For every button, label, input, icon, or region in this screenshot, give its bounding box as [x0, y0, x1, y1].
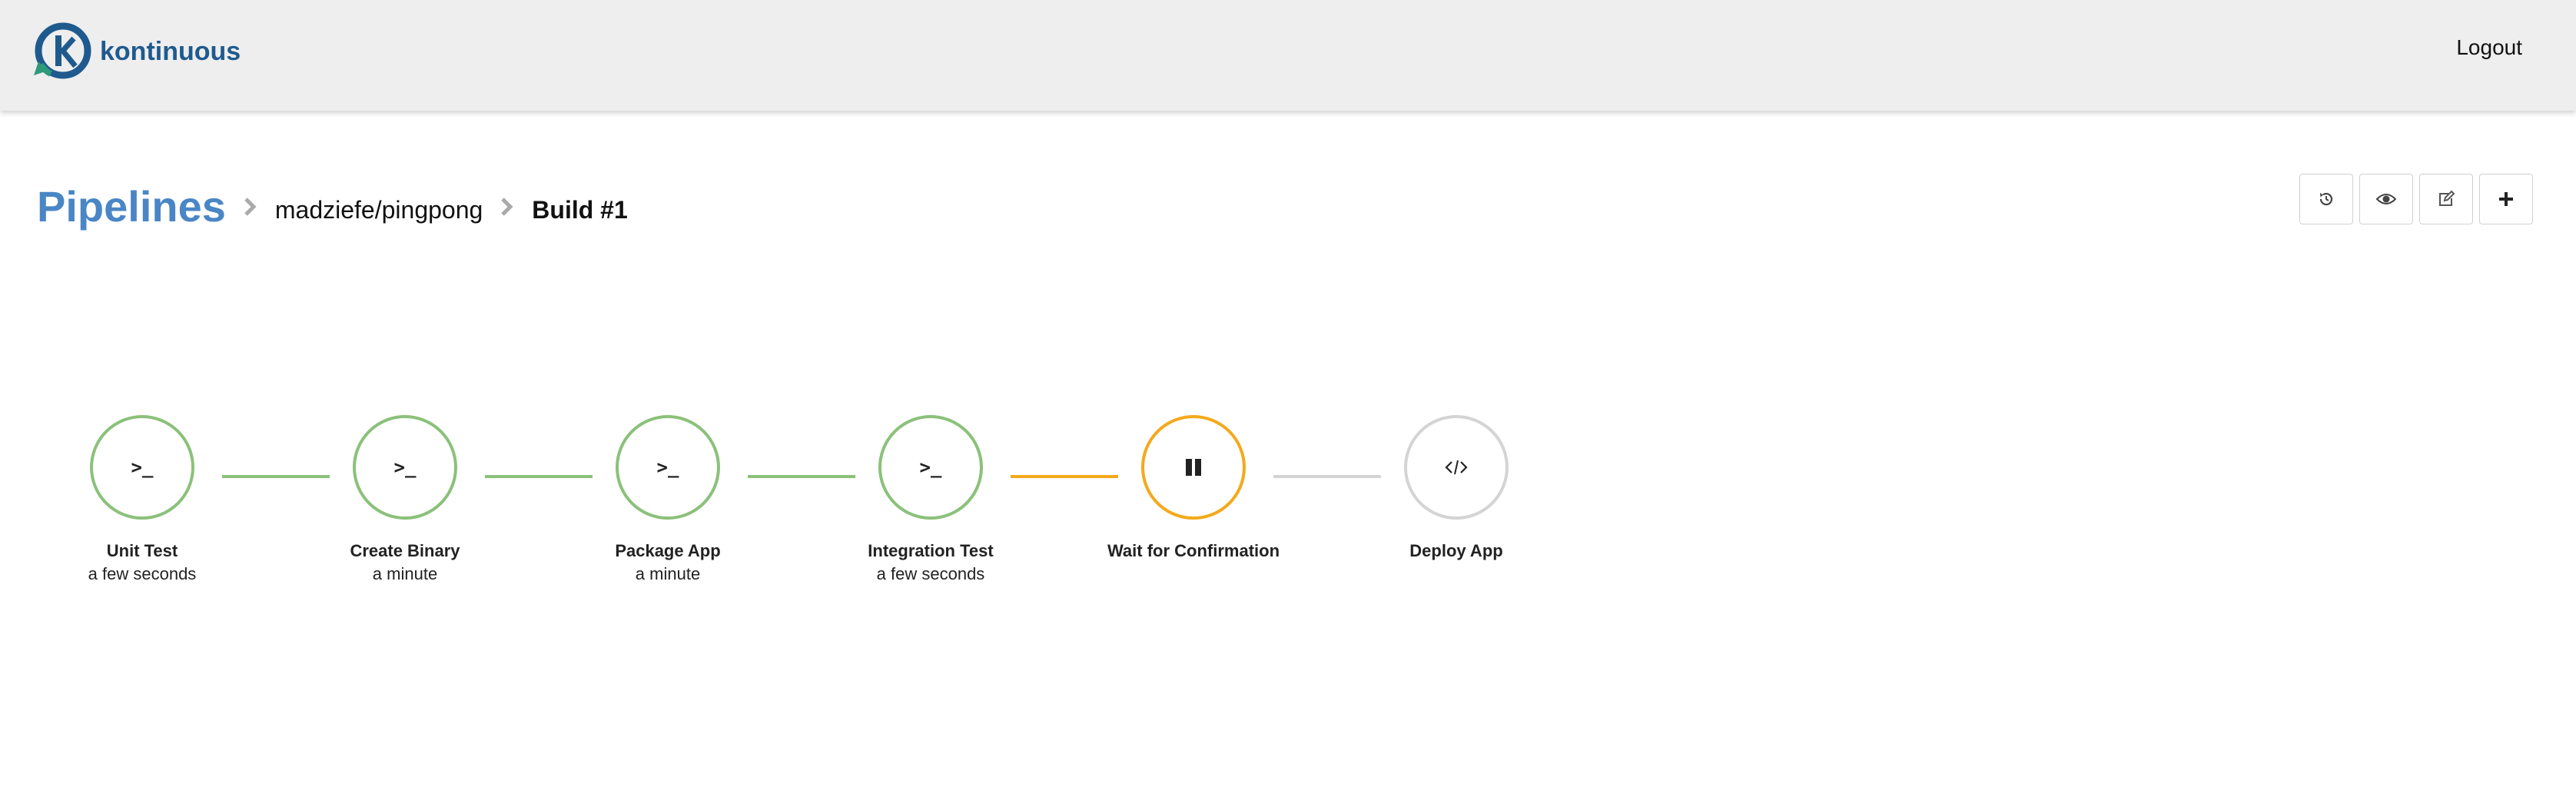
stage-name: Wait for Confirmation [1107, 541, 1280, 560]
pipeline-graph: >_ Unit Test a few seconds >_ Create Bin… [0, 415, 2576, 615]
breadcrumb-build-current: Build #1 [532, 195, 628, 224]
stage-duration: a few seconds [876, 564, 985, 583]
stage-unit-test[interactable]: >_ Unit Test a few seconds [42, 415, 242, 584]
terminal-icon: >_ [919, 457, 942, 478]
stage-name: Deploy App [1409, 541, 1503, 560]
terminal-icon: >_ [131, 457, 154, 478]
stage-status-circle[interactable]: >_ [616, 415, 720, 520]
code-icon [1445, 460, 1468, 475]
terminal-icon: >_ [393, 457, 417, 478]
edit-icon [2439, 190, 2455, 206]
chevron-right-icon [483, 191, 532, 221]
stage-duration: a few seconds [88, 564, 197, 583]
stage-status-circle[interactable] [1141, 415, 1246, 520]
terminal-icon: >_ [656, 457, 679, 478]
stage-wait-for-confirmation[interactable]: Wait for Confirmation [1094, 415, 1293, 564]
stage-integration-test[interactable]: >_ Integration Test a few seconds [831, 415, 1031, 584]
logout-link[interactable]: Logout [2456, 35, 2522, 60]
top-navbar: kontinuous Logout [0, 0, 2576, 111]
stage-status-circle[interactable]: >_ [90, 415, 194, 520]
stage-status-circle[interactable]: >_ [878, 415, 983, 520]
brand-name: kontinuous [100, 36, 241, 66]
stage-status-circle[interactable] [1404, 415, 1509, 520]
stage-name: Integration Test [868, 541, 994, 560]
history-button[interactable] [2299, 174, 2353, 224]
chevron-right-icon [226, 191, 275, 221]
breadcrumb: Pipelines madziefe/pingpong Build #1 [37, 175, 628, 237]
stage-duration: a minute [635, 564, 701, 583]
stage-status-circle[interactable]: >_ [353, 415, 457, 520]
brand-logo[interactable]: kontinuous [28, 17, 241, 86]
stage-package-app[interactable]: >_ Package App a minute [568, 415, 768, 584]
breadcrumb-repo-link[interactable]: madziefe/pingpong [275, 196, 483, 224]
stage-deploy-app[interactable]: Deploy App [1356, 415, 1556, 564]
edit-button[interactable] [2419, 174, 2473, 224]
stage-name: Unit Test [106, 541, 178, 560]
kontinuous-logo-icon [34, 22, 91, 79]
stage-name: Package App [615, 541, 721, 560]
stage-create-binary[interactable]: >_ Create Binary a minute [305, 415, 505, 584]
add-button[interactable] [2479, 174, 2533, 224]
stage-name: Create Binary [350, 541, 460, 560]
breadcrumb-pipelines-link[interactable]: Pipelines [37, 181, 226, 231]
stage-duration: a minute [372, 564, 438, 583]
view-button[interactable] [2359, 174, 2413, 224]
pipeline-toolbar [2299, 174, 2533, 224]
history-icon [2319, 192, 2333, 206]
plus-icon [2499, 192, 2513, 206]
pause-icon [1186, 459, 1201, 476]
eye-icon [2376, 194, 2396, 204]
